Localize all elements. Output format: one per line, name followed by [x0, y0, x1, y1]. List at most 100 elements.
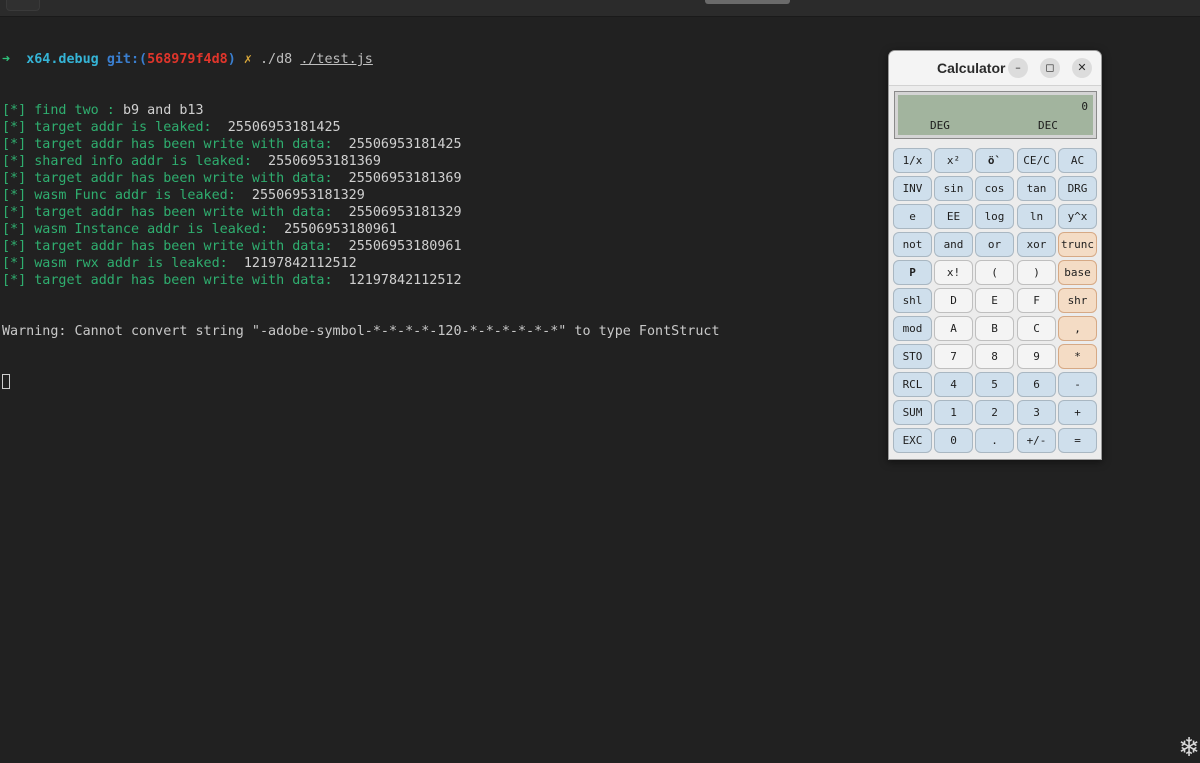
calc-key[interactable]: A — [934, 316, 973, 341]
keypad-row: not and or xor trunc — [893, 232, 1099, 260]
calc-key[interactable]: EE — [934, 204, 973, 229]
calc-key[interactable]: +/- — [1017, 428, 1056, 453]
calc-key[interactable]: F — [1017, 288, 1056, 313]
calc-key[interactable]: shr — [1058, 288, 1097, 313]
calc-key[interactable]: ( — [975, 260, 1014, 285]
calc-key[interactable]: CE/C — [1017, 148, 1056, 173]
log-line-message: [*] target addr has been write with data… — [2, 171, 349, 186]
calc-key[interactable]: 8 — [975, 344, 1014, 369]
prompt-git-hash: 568979f4d8 — [147, 52, 228, 67]
minimize-icon[interactable]: – — [1008, 58, 1028, 78]
log-line-message: [*] target addr has been write with data… — [2, 273, 349, 288]
calc-key[interactable]: y^x — [1058, 204, 1097, 229]
calc-key[interactable]: AC — [1058, 148, 1097, 173]
log-line: [*] target addr has been write with data… — [2, 170, 720, 187]
calc-key[interactable]: e — [893, 204, 932, 229]
calc-key[interactable]: cos — [975, 176, 1014, 201]
calc-key[interactable]: INV — [893, 176, 932, 201]
keypad-row: INV sin cos tan DRG — [893, 176, 1099, 204]
calc-key[interactable]: and — [934, 232, 973, 257]
calc-key[interactable]: not — [893, 232, 932, 257]
calc-key[interactable]: + — [1058, 400, 1097, 425]
calc-key[interactable]: or — [975, 232, 1014, 257]
maximize-icon[interactable]: ◻ — [1040, 58, 1060, 78]
log-line-value: 25506953181425 — [348, 137, 462, 152]
keypad-row: STO 7 8 9 * — [893, 344, 1099, 372]
log-line-message: [*] target addr has been write with data… — [2, 239, 349, 254]
calc-key[interactable]: ln — [1017, 204, 1056, 229]
calc-key[interactable]: EXC — [893, 428, 932, 453]
calc-key[interactable]: tan — [1017, 176, 1056, 201]
calc-key[interactable]: 1/x — [893, 148, 932, 173]
keypad-row: e EE log ln y^x — [893, 204, 1099, 232]
calc-key[interactable]: sin — [934, 176, 973, 201]
calc-key[interactable]: E — [975, 288, 1014, 313]
calc-key[interactable]: shl — [893, 288, 932, 313]
log-line-value: 25506953181329 — [251, 188, 365, 203]
text-cursor — [2, 374, 10, 389]
calc-key[interactable]: log — [975, 204, 1014, 229]
calc-key[interactable]: P — [893, 260, 932, 285]
calc-key[interactable]: 0 — [934, 428, 973, 453]
log-line: [*] find two : b9 and b13 — [2, 102, 720, 119]
keypad-row: EXC 0. +/- = — [893, 428, 1099, 456]
keypad-row: SUM 1 2 3 + — [893, 400, 1099, 428]
calc-key[interactable]: 2 — [975, 400, 1014, 425]
calc-key[interactable]: 1 — [934, 400, 973, 425]
terminal-output: ➜ x64.debug git:(568979f4d8) ✗ ./d8 ./te… — [2, 17, 720, 425]
log-line-message: [*] target addr is leaked: — [2, 120, 228, 135]
calc-key[interactable]: 6 — [1017, 372, 1056, 397]
calc-key[interactable]: D — [934, 288, 973, 313]
calc-key[interactable]: 5 — [975, 372, 1014, 397]
calc-key[interactable]: . — [975, 428, 1014, 453]
log-line-value: 25506953181425 — [227, 120, 341, 135]
calc-key[interactable]: B — [975, 316, 1014, 341]
keypad-row: mod A B C, — [893, 316, 1099, 344]
terminal-tab[interactable] — [6, 0, 40, 11]
calc-key[interactable]: xor — [1017, 232, 1056, 257]
calc-key[interactable]: 3 — [1017, 400, 1056, 425]
calc-key[interactable]: STO — [893, 344, 932, 369]
calc-key[interactable]: trunc — [1058, 232, 1097, 257]
calculator-window[interactable]: Calculator – ◻ ✕ 0 DEG DEC 1/x x² ö` CE/C AC… — [888, 50, 1102, 460]
prompt-directory: x64.debug — [26, 52, 99, 67]
terminal-title — [705, 0, 790, 4]
warning-line: Warning: Cannot convert string "-adobe-s… — [2, 324, 720, 339]
calc-key[interactable]: SUM — [893, 400, 932, 425]
log-line: [*] target addr has been write with data… — [2, 136, 720, 153]
calc-key[interactable]: ) — [1017, 260, 1056, 285]
calc-key[interactable]: 4 — [934, 372, 973, 397]
calc-key[interactable]: x! — [934, 260, 973, 285]
calc-key[interactable]: 9 — [1017, 344, 1056, 369]
log-line-message: [*] find two : — [2, 103, 123, 118]
calculator-keypad: 1/x x² ö` CE/C AC INV sin cos tan DRG e EE log ln y^x n… — [893, 148, 1099, 456]
log-line-message: [*] wasm rwx addr is leaked: — [2, 256, 244, 271]
calculator-title: Calculator — [937, 60, 1006, 76]
calc-key[interactable]: C — [1017, 316, 1056, 341]
calc-key[interactable]: mod — [893, 316, 932, 341]
log-line-message: [*] wasm Func addr is leaked: — [2, 188, 252, 203]
prompt-arrow-icon: ➜ — [2, 52, 11, 67]
log-line-message: [*] wasm Instance addr is leaked: — [2, 222, 285, 237]
calc-key[interactable]: ö` — [975, 148, 1014, 173]
command-argument[interactable]: ./test.js — [300, 52, 373, 67]
close-icon[interactable]: ✕ — [1072, 58, 1092, 78]
calc-key[interactable]: = — [1058, 428, 1097, 453]
log-line: [*] target addr has been write with data… — [2, 272, 720, 289]
log-line-value: 12197842112512 — [243, 256, 357, 271]
calc-key[interactable]: - — [1058, 372, 1097, 397]
log-line: [*] target addr is leaked: 2550695318142… — [2, 119, 720, 136]
log-line-value: 25506953181369 — [268, 154, 381, 169]
calc-key[interactable]: base — [1058, 260, 1097, 285]
calc-key[interactable]: RCL — [893, 372, 932, 397]
calculator-titlebar[interactable]: Calculator – ◻ ✕ — [889, 51, 1101, 86]
calc-key[interactable]: DRG — [1058, 176, 1097, 201]
angle-mode-indicator: DEG — [930, 119, 950, 132]
cursor-line[interactable] — [2, 374, 720, 391]
log-line: [*] target addr has been write with data… — [2, 238, 720, 255]
command: ./d8 — [260, 52, 293, 67]
calc-key[interactable]: 7 — [934, 344, 973, 369]
calc-key[interactable]: x² — [934, 148, 973, 173]
calc-key[interactable]: , — [1058, 316, 1097, 341]
calc-key[interactable]: * — [1058, 344, 1097, 369]
